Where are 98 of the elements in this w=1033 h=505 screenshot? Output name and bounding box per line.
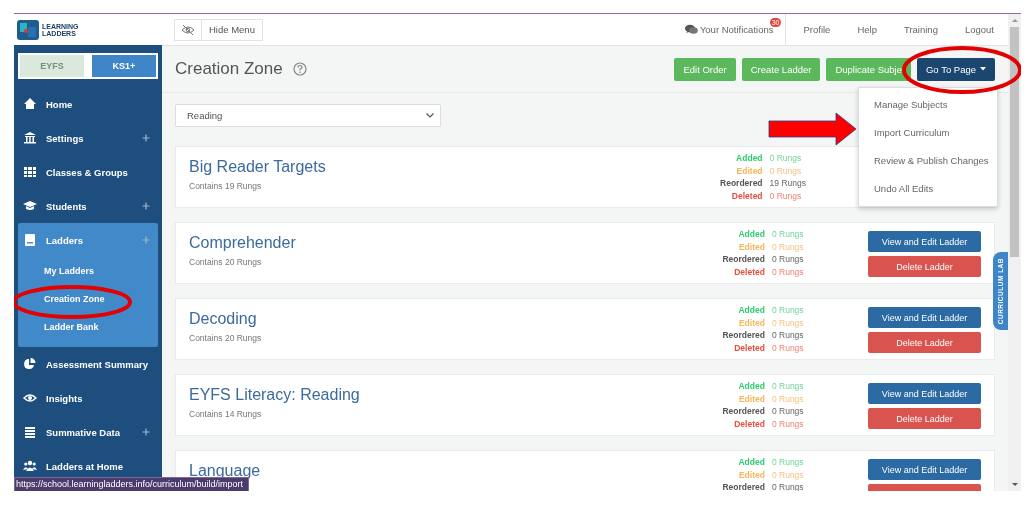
graduation-cap-icon xyxy=(23,199,37,213)
subject-select[interactable]: Reading xyxy=(175,104,441,127)
book-icon xyxy=(23,233,37,247)
stat-label: Added xyxy=(737,304,765,317)
stat-value: 0 Rungs xyxy=(771,380,805,393)
stat-label: Reordered xyxy=(721,329,765,342)
stat-value: 0 Rungs xyxy=(769,152,803,165)
menu-item[interactable]: Undo All Edits xyxy=(859,175,997,203)
stat-label: Edited xyxy=(737,316,765,329)
ladder-name-link[interactable]: Big Reader Targets xyxy=(189,159,698,175)
stat-label: Reordered xyxy=(721,405,765,418)
nav-link[interactable]: Help xyxy=(844,24,891,35)
nav-link[interactable]: Logout xyxy=(951,24,1008,35)
sidebar-item[interactable]: Settings xyxy=(18,125,158,151)
stat-label: Added xyxy=(737,228,765,241)
view-edit-ladder-button[interactable]: View and Edit Ladder xyxy=(868,459,981,480)
stat-value: 0 Rungs xyxy=(771,329,805,342)
nav-link[interactable]: Training xyxy=(890,24,952,35)
caret-icon xyxy=(980,67,986,71)
stat-label: Reordered xyxy=(719,177,763,190)
stat-value: 0 Rungs xyxy=(771,240,805,253)
stat-label: Reordered xyxy=(721,253,765,266)
stat-value: 19 Rungs xyxy=(769,177,807,190)
rung-count: Contains 14 Rungs xyxy=(189,409,263,419)
sidebar-item[interactable]: Classes & Groups xyxy=(18,159,158,185)
stat-label: Edited xyxy=(735,164,763,177)
plus-icon xyxy=(142,202,150,210)
stat-label: Deleted xyxy=(733,265,765,278)
menu-item[interactable]: Review & Publish Changes xyxy=(859,147,997,175)
eye-icon xyxy=(23,391,37,405)
delete-ladder-button[interactable]: Delete Ladder xyxy=(868,256,981,277)
stat-value: 0 Rungs xyxy=(771,405,805,418)
stat-value: 0 Rungs xyxy=(771,456,805,469)
stat-value: 0 Rungs xyxy=(771,392,805,405)
stat-value: 0 Rungs xyxy=(771,265,805,278)
stat-label: Added xyxy=(737,380,765,393)
ladder-name-link[interactable]: Decoding xyxy=(189,311,698,327)
sidebar-item[interactable]: Insights xyxy=(18,385,158,411)
view-edit-ladder-button[interactable]: View and Edit Ladder xyxy=(868,231,981,252)
stat-value: 0 Rungs xyxy=(771,316,805,329)
sidebar-item[interactable]: Students xyxy=(18,193,158,219)
sidebar-subitem[interactable]: My Ladders xyxy=(18,257,158,285)
stat-value: 0 Rungs xyxy=(769,164,803,177)
stat-value: 0 Rungs xyxy=(771,468,805,481)
menu-item[interactable]: Import Curriculum xyxy=(859,119,997,147)
logo-icon xyxy=(17,19,39,40)
stat-label: Reordered xyxy=(721,481,765,491)
ladder-name-link[interactable]: EYFS Literacy: Reading xyxy=(189,387,698,403)
stat-label: Deleted xyxy=(730,189,763,202)
scrollbar[interactable] xyxy=(1008,14,1021,491)
stat-label: Added xyxy=(735,152,763,165)
home-icon xyxy=(23,97,37,111)
go-to-page-button[interactable]: Go To Page xyxy=(917,57,995,81)
sidebar-subitem[interactable]: Creation Zone xyxy=(18,285,158,313)
stat-label: Edited xyxy=(737,392,765,405)
delete-ladder-button[interactable]: Delete Ladder xyxy=(868,408,981,429)
grid-icon xyxy=(23,165,37,179)
help-icon xyxy=(292,62,307,76)
pie-chart-icon xyxy=(23,357,37,371)
rung-count: Contains 20 Rungs xyxy=(189,257,263,267)
stage-tab[interactable]: KS1+ xyxy=(92,55,156,77)
sidebar-item[interactable]: Ladders at Home xyxy=(18,453,158,479)
nav-link[interactable]: Profile xyxy=(790,24,845,35)
list-icon xyxy=(23,425,37,439)
sidebar-subitem[interactable]: Ladder Bank xyxy=(18,313,158,341)
sidebar-item[interactable]: Summative Data xyxy=(18,419,158,445)
people-icon xyxy=(23,459,37,473)
delete-ladder-button[interactable]: Delete Ladder xyxy=(868,332,981,353)
chevron-down-icon xyxy=(426,113,434,118)
plus-icon xyxy=(142,236,150,244)
page-title: Creation Zone xyxy=(175,59,283,79)
sidebar-item[interactable]: Home xyxy=(18,91,158,117)
stat-value: 0 Rungs xyxy=(771,253,805,266)
stat-label: Edited xyxy=(737,468,765,481)
view-edit-ladder-button[interactable]: View and Edit Ladder xyxy=(868,383,981,404)
bank-icon xyxy=(23,131,37,145)
hide-menu-button[interactable]: Hide Menu xyxy=(174,18,263,41)
plus-icon xyxy=(142,428,150,436)
rung-count: Contains 20 Rungs xyxy=(189,333,263,343)
status-url-tooltip: https://school.learningladders.info/curriculum/build/import xyxy=(14,477,250,491)
plus-icon xyxy=(142,134,150,142)
sidebar-item[interactable]: Assessment Summary xyxy=(18,351,158,377)
stat-label: Edited xyxy=(737,240,765,253)
sidebar-item[interactable]: Ladders xyxy=(18,227,158,253)
chat-icon xyxy=(684,24,698,35)
stat-value: 0 Rungs xyxy=(771,341,805,354)
stat-value: 0 Rungs xyxy=(769,189,803,202)
rung-count: Contains 19 Rungs xyxy=(189,181,263,191)
stat-label: Deleted xyxy=(733,341,765,354)
stat-value: 0 Rungs xyxy=(771,228,805,241)
stat-label: Added xyxy=(737,456,765,469)
stat-label: Deleted xyxy=(733,417,765,430)
stat-value: 0 Rungs xyxy=(771,304,805,317)
stat-value: 0 Rungs xyxy=(771,481,805,491)
menu-item[interactable]: Manage Subjects xyxy=(859,91,997,119)
view-edit-ladder-button[interactable]: View and Edit Ladder xyxy=(868,307,981,328)
stat-value: 0 Rungs xyxy=(771,417,805,430)
ladder-name-link[interactable]: Comprehender xyxy=(189,235,698,251)
